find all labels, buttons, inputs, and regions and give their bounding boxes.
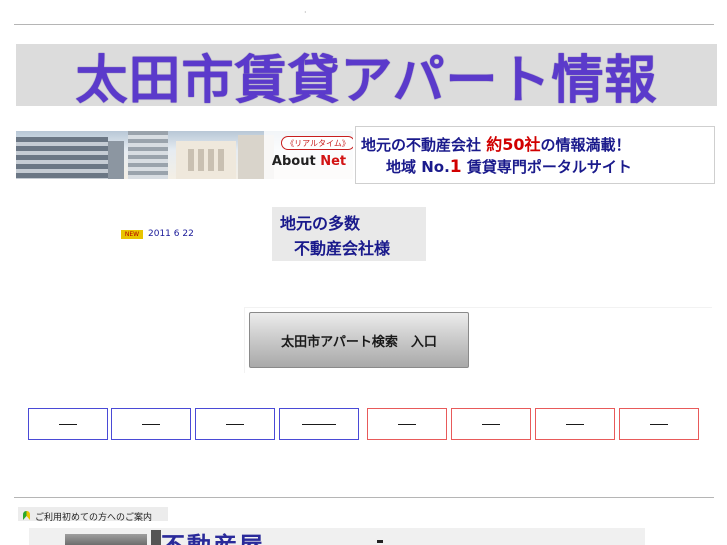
local-banner-line-2: 不動産会社様: [294, 239, 391, 258]
tagline-1-suffix: の情報満載！: [540, 136, 631, 154]
news-date[interactable]: 2011 6 22: [148, 229, 194, 239]
tagline-line-2: 地域 No.1 賃貸専門ポータルサイト: [386, 156, 632, 177]
nav-link-underline: [226, 423, 244, 425]
new-badge: NEW: [121, 230, 143, 239]
office-equipment-side: [151, 530, 161, 545]
leaf-icon: [23, 511, 30, 520]
nav-button-1[interactable]: [28, 408, 108, 440]
apartment-building-side: [108, 141, 124, 179]
nav-link-underline: [59, 423, 77, 425]
apartment-photo-banner[interactable]: 《リアルタイム》 About Net: [16, 131, 353, 179]
realtor-banner[interactable]: 不動産屋: [29, 528, 645, 545]
local-banner-line-1: 地元の多数: [280, 214, 361, 233]
apartment-building-image: [16, 137, 108, 179]
site-title-banner[interactable]: 太田市賃貸アパート情報: [16, 44, 717, 106]
logo-about-text: About: [271, 154, 321, 169]
nav-button-3[interactable]: [195, 408, 275, 440]
nav-button-7[interactable]: [535, 408, 615, 440]
nav-link-underline: [142, 423, 160, 425]
nav-button-6[interactable]: [451, 408, 531, 440]
tagline-1-prefix: 地元の不動産会社: [361, 136, 487, 154]
nav-button-8[interactable]: [619, 408, 699, 440]
banner-mark: [377, 540, 383, 543]
logo-net-text: Net: [320, 154, 347, 169]
top-dot: ·: [304, 8, 307, 17]
tagline-2-highlight: 1: [449, 157, 462, 177]
tagline-2-suffix: 賃貸専門ポータルサイト: [461, 158, 632, 176]
nav-button-2[interactable]: [111, 408, 191, 440]
local-companies-banner[interactable]: 地元の多数 不動産会社様: [272, 207, 426, 261]
tower-building-image: [128, 131, 168, 179]
house-windows: [188, 149, 224, 171]
nav-button-row: [0, 408, 727, 440]
guide-section: ご利用初めての方へのご案内: [18, 505, 718, 523]
tagline-banner[interactable]: 地元の不動産会社 約50社の情報満載！ 地域 No.1 賃貸専門ポータルサイト: [355, 126, 715, 184]
search-entry-panel: 太田市アパート検索 入口: [244, 307, 712, 373]
top-divider: [14, 24, 714, 25]
office-equipment-image: [65, 534, 147, 545]
apartment-search-button[interactable]: 太田市アパート検索 入口: [249, 312, 469, 368]
nav-button-5[interactable]: [367, 408, 447, 440]
nav-link-underline: [650, 423, 668, 425]
realtor-banner-title: 不動産屋: [161, 528, 265, 545]
nav-link-underline: [302, 423, 336, 425]
site-title: 太田市賃貸アパート情報: [75, 50, 658, 107]
realtime-badge: 《リアルタイム》: [281, 136, 353, 150]
nav-link-underline: [398, 423, 416, 425]
about-net-logo[interactable]: About Net: [266, 154, 352, 169]
tagline-1-highlight: 約50社: [486, 135, 541, 154]
guide-link[interactable]: ご利用初めての方へのご案内: [18, 507, 168, 523]
tagline-line-1: 地元の不動産会社 約50社の情報満載！: [361, 131, 631, 155]
section-divider: [14, 497, 714, 498]
guide-text: ご利用初めての方へのご案内: [35, 513, 153, 523]
nav-link-underline: [482, 423, 500, 425]
nav-button-4[interactable]: [279, 408, 359, 440]
nav-link-underline: [566, 423, 584, 425]
tagline-2-prefix: 地域 No.: [386, 158, 450, 176]
